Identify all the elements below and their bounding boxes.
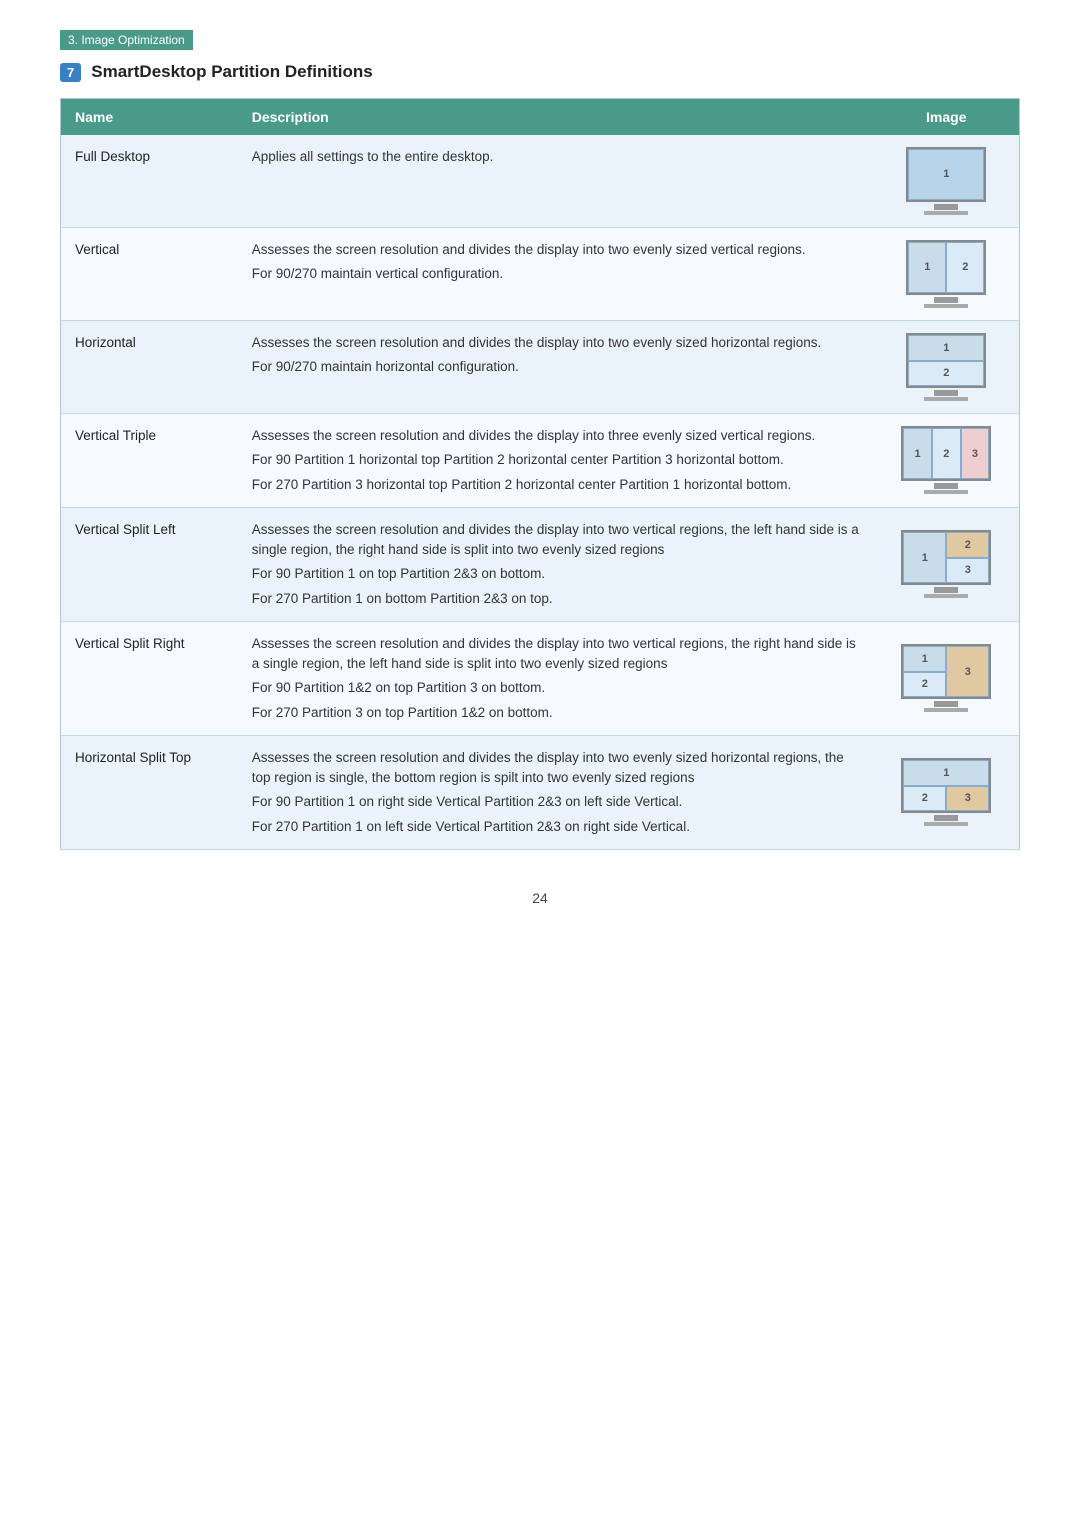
table-row: Vertical TripleAssesses the screen resol… (61, 414, 1020, 508)
row-description: Assesses the screen resolution and divid… (238, 507, 874, 621)
row-name: Full Desktop (61, 135, 238, 228)
row-description: Assesses the screen resolution and divid… (238, 621, 874, 735)
section-badge: 7 (60, 63, 81, 82)
breadcrumb: 3. Image Optimization (60, 30, 193, 50)
table-row: Full DesktopApplies all settings to the … (61, 135, 1020, 228)
col-header-name: Name (61, 99, 238, 136)
section-title: SmartDesktop Partition Definitions (91, 62, 372, 82)
col-header-image: Image (874, 99, 1020, 136)
row-image: 1 (874, 135, 1020, 228)
col-header-description: Description (238, 99, 874, 136)
row-image: 12 (874, 321, 1020, 414)
row-description: Assesses the screen resolution and divid… (238, 228, 874, 321)
row-name: Horizontal Split Top (61, 735, 238, 849)
table-row: VerticalAssesses the screen resolution a… (61, 228, 1020, 321)
row-image: 123 (874, 414, 1020, 508)
table-row: Vertical Split RightAssesses the screen … (61, 621, 1020, 735)
row-description: Assesses the screen resolution and divid… (238, 735, 874, 849)
row-description: Applies all settings to the entire deskt… (238, 135, 874, 228)
row-description: Assesses the screen resolution and divid… (238, 414, 874, 508)
table-row: Horizontal Split TopAssesses the screen … (61, 735, 1020, 849)
table-row: Vertical Split LeftAssesses the screen r… (61, 507, 1020, 621)
table-row: HorizontalAssesses the screen resolution… (61, 321, 1020, 414)
page-number: 24 (60, 890, 1020, 906)
row-name: Vertical (61, 228, 238, 321)
row-name: Vertical Split Left (61, 507, 238, 621)
partition-table: Name Description Image Full DesktopAppli… (60, 98, 1020, 850)
row-name: Vertical Triple (61, 414, 238, 508)
row-image: 123 (874, 621, 1020, 735)
row-description: Assesses the screen resolution and divid… (238, 321, 874, 414)
row-image: 12 (874, 228, 1020, 321)
row-name: Horizontal (61, 321, 238, 414)
row-image: 123 (874, 507, 1020, 621)
row-name: Vertical Split Right (61, 621, 238, 735)
row-image: 123 (874, 735, 1020, 849)
